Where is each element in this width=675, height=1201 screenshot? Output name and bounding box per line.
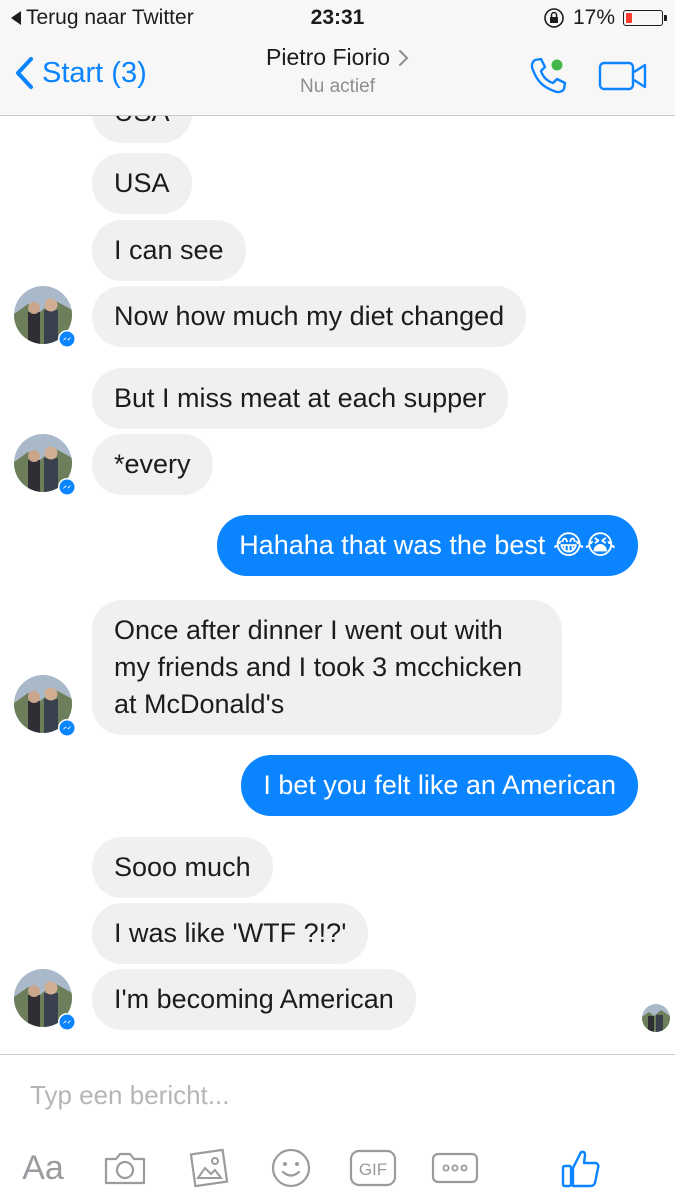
message-bubble[interactable]: Once after dinner I went out with my fri… xyxy=(92,600,562,735)
battery-level-fill xyxy=(626,13,632,23)
camera-icon xyxy=(104,1152,146,1185)
like-button[interactable] xyxy=(556,1143,606,1193)
message-bubble-outgoing[interactable]: Hahaha that was the best 😂😭 xyxy=(217,515,638,576)
back-start-button[interactable]: Start (3) xyxy=(14,56,147,90)
lock-rotation-icon xyxy=(544,8,564,28)
camera-button[interactable] xyxy=(100,1143,150,1193)
message-bubble[interactable]: I'm becoming American xyxy=(92,969,416,1030)
composer-toolbar: Aa GIF xyxy=(0,1135,675,1201)
back-to-twitter-link[interactable]: Terug naar Twitter xyxy=(10,6,194,30)
gif-icon: GIF xyxy=(349,1149,397,1187)
back-start-label: Start (3) xyxy=(42,56,147,89)
gif-label: GIF xyxy=(359,1160,387,1179)
contact-avatar[interactable] xyxy=(14,286,76,348)
text-tool-label: Aa xyxy=(22,1148,64,1187)
messenger-badge-icon xyxy=(59,1014,75,1030)
phone-icon[interactable] xyxy=(526,54,570,98)
battery-percentage: 17% xyxy=(572,6,615,29)
contact-avatar[interactable] xyxy=(14,434,76,496)
message-bubble-outgoing[interactable]: I bet you felt like an American xyxy=(241,755,638,816)
battery-icon xyxy=(623,10,667,26)
contact-avatar[interactable] xyxy=(14,675,76,737)
message-bubble[interactable]: I can see xyxy=(92,220,246,281)
message-bubble[interactable]: *every xyxy=(92,434,213,495)
message-bubble[interactable]: Now how much my diet changed xyxy=(92,286,527,347)
message-bubble[interactable]: USA xyxy=(92,116,192,143)
message-input[interactable] xyxy=(0,1055,675,1135)
more-button[interactable] xyxy=(430,1143,480,1193)
more-icon xyxy=(431,1152,479,1184)
contact-name: Pietro Fiorio xyxy=(266,44,390,70)
read-receipt-avatar xyxy=(642,1004,670,1032)
emoji-button[interactable] xyxy=(266,1143,316,1193)
back-to-twitter-label: Terug naar Twitter xyxy=(26,6,194,29)
thumbs-up-icon xyxy=(561,1150,600,1188)
text-tool-button[interactable]: Aa xyxy=(18,1143,68,1193)
video-camera-icon[interactable] xyxy=(598,60,648,92)
status-bar: Terug naar Twitter 23:31 17% xyxy=(0,0,675,36)
conversation-header: Start (3) Pietro Fiorio Nu actief xyxy=(0,36,675,116)
message-list[interactable]: USA USA I can see Now how much my diet c… xyxy=(0,116,675,1056)
message-bubble[interactable]: But I miss meat at each supper xyxy=(92,368,509,429)
message-bubble[interactable]: Sooo much xyxy=(92,837,273,898)
chevron-right-icon xyxy=(398,49,409,66)
message-bubble[interactable]: I was like 'WTF ?!?' xyxy=(92,903,369,964)
online-dot xyxy=(551,59,563,71)
message-bubble[interactable]: USA xyxy=(92,153,192,214)
gif-button[interactable]: GIF xyxy=(348,1143,398,1193)
photo-gallery-icon xyxy=(189,1148,229,1188)
smiley-icon xyxy=(271,1148,311,1188)
gallery-button[interactable] xyxy=(184,1143,234,1193)
contact-name-button[interactable]: Pietro Fiorio xyxy=(266,44,409,71)
composer: Aa GIF xyxy=(0,1054,675,1200)
back-triangle-icon xyxy=(11,11,21,25)
chevron-left-icon xyxy=(16,57,33,89)
messenger-badge-icon xyxy=(59,331,75,347)
messenger-badge-icon xyxy=(59,720,75,736)
messenger-badge-icon xyxy=(59,479,75,495)
contact-avatar[interactable] xyxy=(14,969,76,1031)
